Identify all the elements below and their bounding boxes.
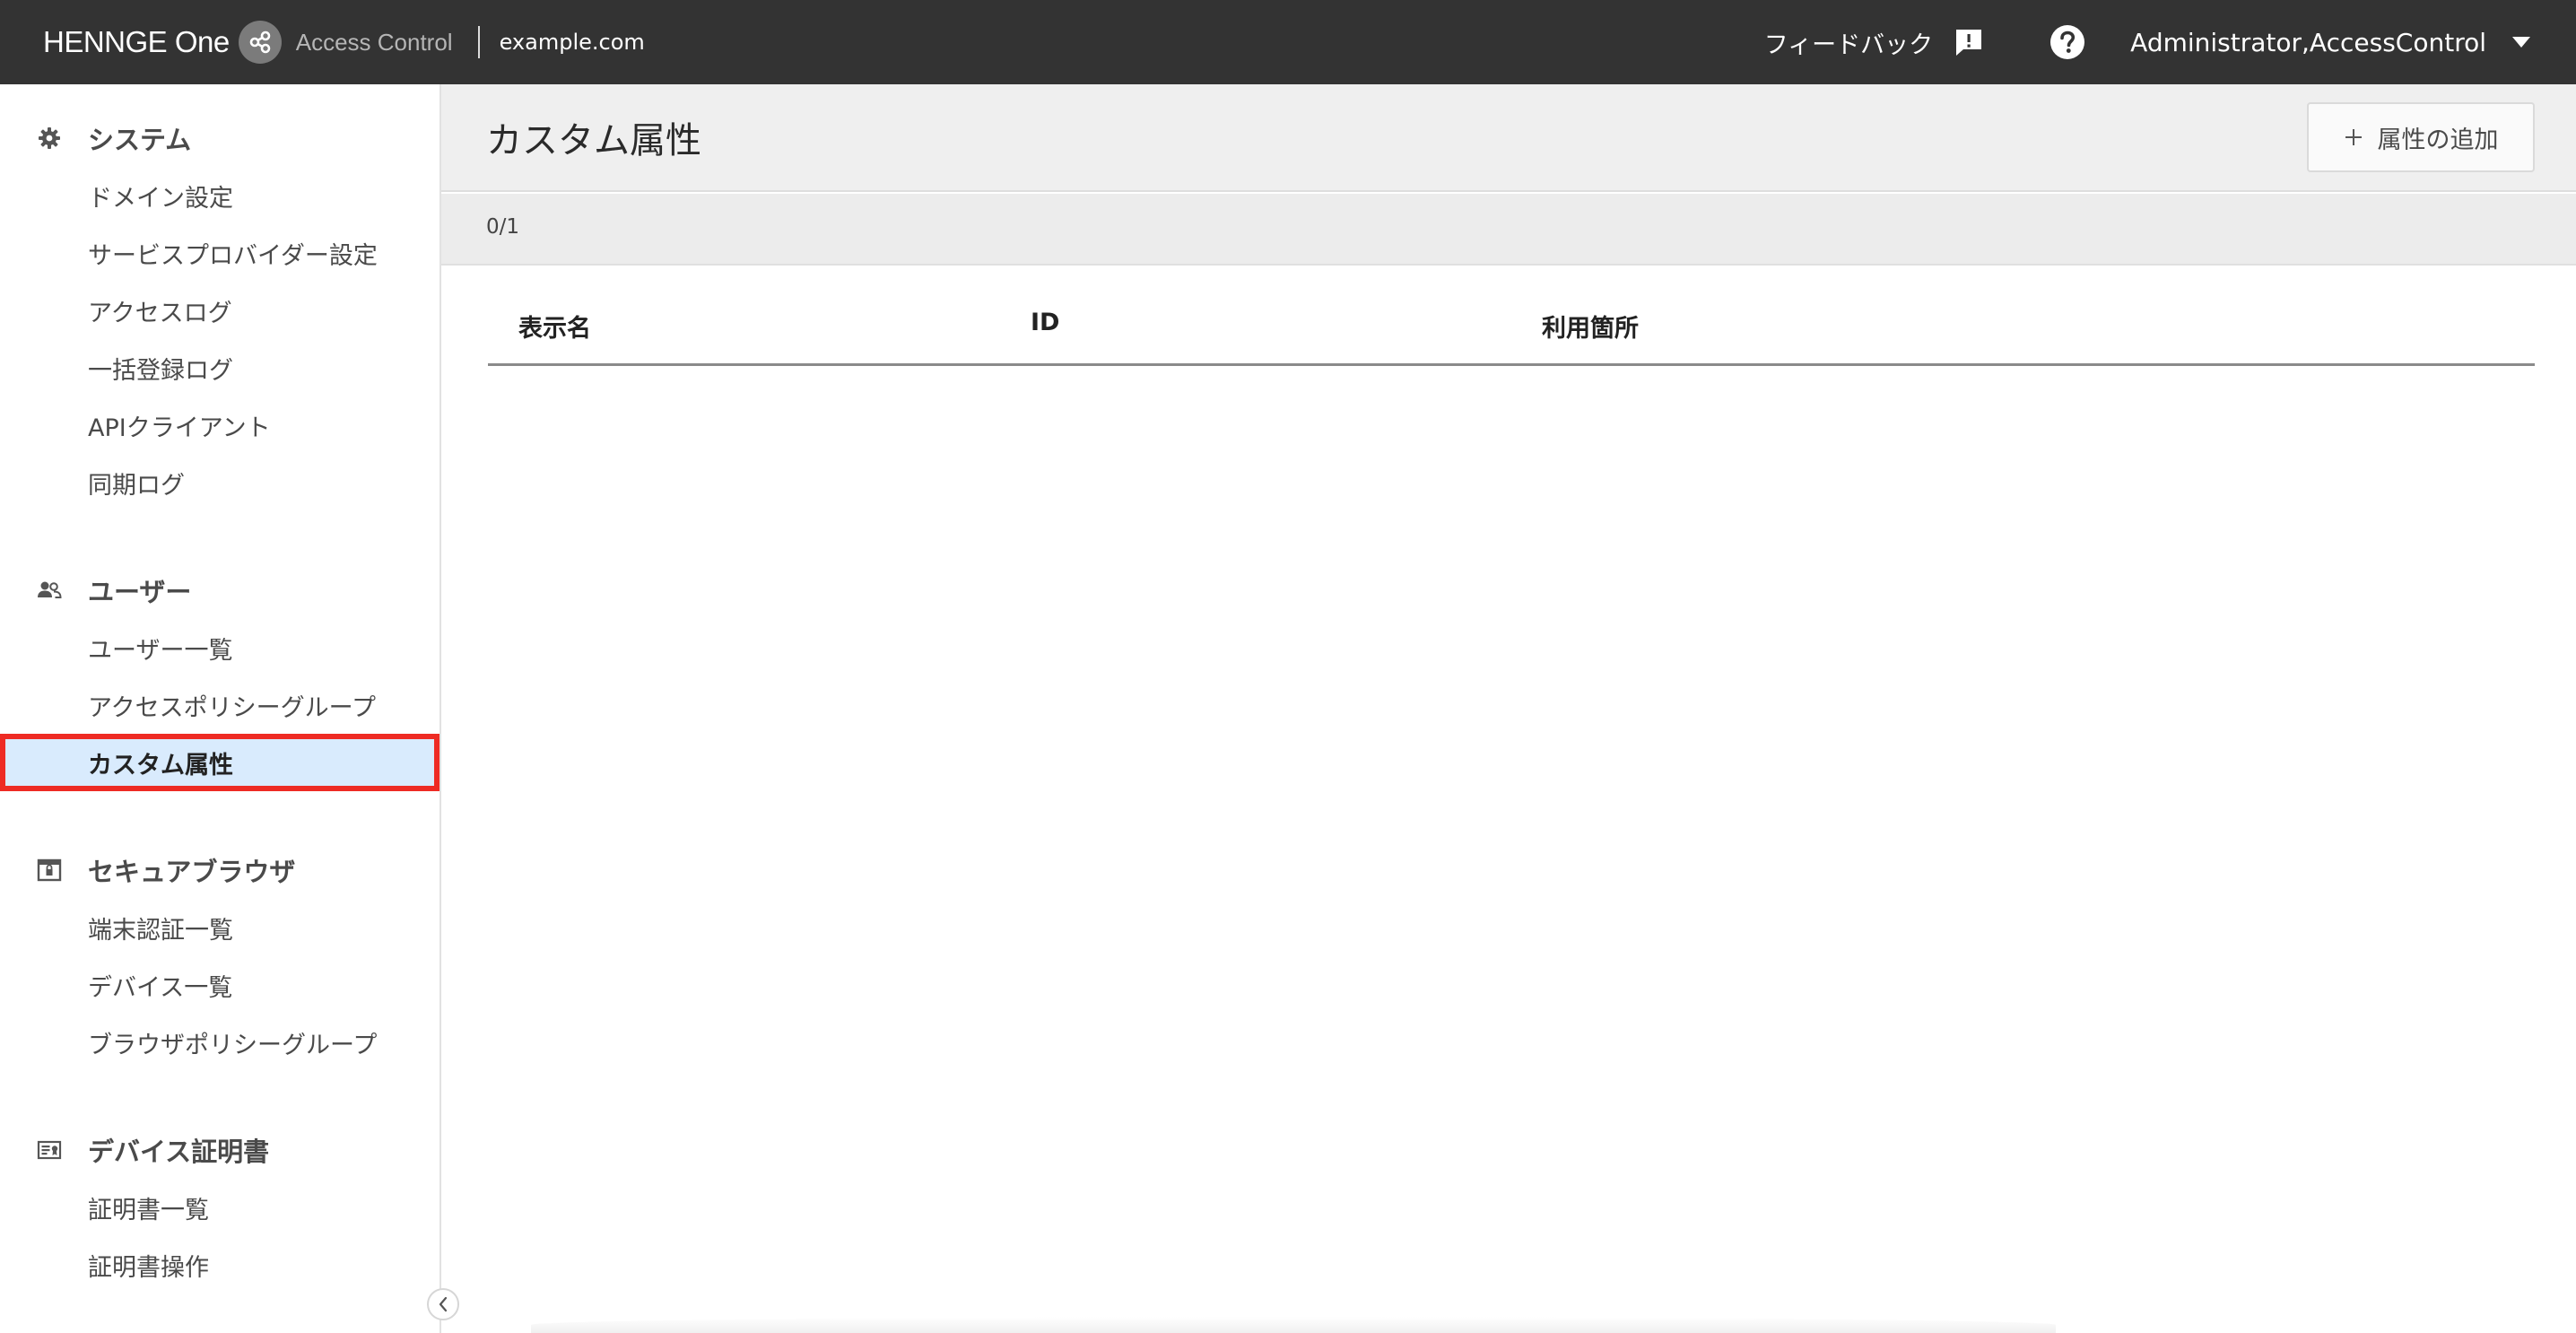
sidebar-section-secure-browser: セキュアブラウザ 端末認証一覧 デバイス一覧 ブラウザポリシーグループ <box>0 841 439 1071</box>
sidebar-item-certificate-operations[interactable]: 証明書操作 <box>0 1236 439 1294</box>
sidebar-item-label: アクセスログ <box>88 299 232 327</box>
feedback-button[interactable]: フィードバック <box>1764 25 1985 60</box>
sidebar-item-api-client[interactable]: APIクライアント <box>0 396 439 454</box>
sidebar-item-access-policy-group[interactable]: アクセスポリシーグループ <box>0 676 439 734</box>
help-icon[interactable] <box>2049 24 2085 60</box>
section-header: ユーザー <box>0 562 439 619</box>
sidebar-item-sync-log[interactable]: 同期ログ <box>0 454 439 511</box>
sidebar-item-service-provider-settings[interactable]: サービスプロバイダー設定 <box>0 224 439 282</box>
sidebar-item-browser-policy-group[interactable]: ブラウザポリシーグループ <box>0 1014 439 1071</box>
sidebar: システム ドメイン設定 サービスプロバイダー設定 アクセスログ 一括登録ログ A… <box>0 84 441 1333</box>
users-icon <box>36 577 63 604</box>
certificate-icon <box>36 1137 63 1163</box>
table-header: 表示名 ID 利用箇所 <box>488 282 2535 366</box>
sidebar-item-domain-settings[interactable]: ドメイン設定 <box>0 167 439 224</box>
top-bar: HENNGE One Access Control example.com フィ… <box>0 0 2576 84</box>
sidebar-item-label: アクセスポリシーグループ <box>88 693 377 722</box>
sidebar-item-label: サービスプロバイダー設定 <box>88 241 378 270</box>
sidebar-item-label: ブラウザポリシーグループ <box>88 1031 378 1059</box>
feedback-icon <box>1953 26 1985 58</box>
column-header-id[interactable]: ID <box>1031 309 1059 336</box>
result-count: 0/1 <box>486 215 520 239</box>
brand-logo-icon <box>238 21 282 64</box>
main-content: カスタム属性 属性の追加 0/1 表示名 ID 利用箇所 <box>441 84 2576 1333</box>
add-attribute-button[interactable]: 属性の追加 <box>2307 102 2535 172</box>
section-title: システム <box>88 125 192 155</box>
page-title: カスタム属性 <box>486 120 701 161</box>
sidebar-section-users: ユーザー ユーザー一覧 アクセスポリシーグループ カスタム属性 <box>0 562 439 791</box>
section-header: デバイス証明書 <box>0 1121 439 1179</box>
sidebar-item-label: APIクライアント <box>88 414 271 442</box>
brand-name: HENNGE One <box>43 25 230 58</box>
plus-icon <box>2344 127 2363 147</box>
tenant-domain: example.com <box>499 30 645 55</box>
sidebar-item-label: 同期ログ <box>88 471 185 500</box>
sidebar-item-label: デバイス一覧 <box>88 973 233 1002</box>
sidebar-item-device-list[interactable]: デバイス一覧 <box>0 956 439 1014</box>
custom-attributes-table: 表示名 ID 利用箇所 <box>488 282 2535 366</box>
sidebar-item-label: 端末認証一覧 <box>88 916 233 945</box>
header-actions: フィードバック Administrator,AccessControl <box>1764 0 2531 84</box>
product-name: Access Control <box>295 28 453 56</box>
section-title: セキュアブラウザ <box>88 857 296 887</box>
sidebar-item-device-authentication-list[interactable]: 端末認証一覧 <box>0 899 439 956</box>
sidebar-item-bulk-registration-log[interactable]: 一括登録ログ <box>0 339 439 396</box>
column-header-display-name[interactable]: 表示名 <box>518 309 591 344</box>
section-title: ユーザー <box>88 577 192 607</box>
sidebar-item-user-list[interactable]: ユーザー一覧 <box>0 619 439 676</box>
result-count-bar: 0/1 <box>441 194 2576 266</box>
header-divider <box>477 26 480 58</box>
sidebar-item-certificate-list[interactable]: 証明書一覧 <box>0 1179 439 1236</box>
sidebar-item-custom-attributes[interactable]: カスタム属性 <box>0 734 439 791</box>
sidebar-section-device-certificate: デバイス証明書 証明書一覧 証明書操作 <box>0 1121 439 1294</box>
chevron-left-icon <box>437 1296 449 1312</box>
scroll-shadow <box>531 1317 2056 1333</box>
section-title: デバイス証明書 <box>88 1137 270 1167</box>
account-menu[interactable]: Administrator,AccessControl <box>2130 28 2531 57</box>
sidebar-item-label: 証明書操作 <box>88 1253 209 1282</box>
feedback-label: フィードバック <box>1763 30 1934 59</box>
caret-down-icon <box>2511 36 2531 48</box>
sidebar-collapse-button[interactable] <box>427 1288 459 1320</box>
page-header: カスタム属性 属性の追加 <box>441 84 2576 192</box>
section-header: セキュアブラウザ <box>0 841 439 899</box>
section-header: システム <box>0 109 439 167</box>
sidebar-item-label: 証明書一覧 <box>88 1196 209 1224</box>
sidebar-item-label: ドメイン設定 <box>88 184 233 213</box>
account-name: Administrator,AccessControl <box>2130 27 2486 57</box>
browser-icon <box>36 857 63 884</box>
add-attribute-label: 属性の追加 <box>2377 126 2499 154</box>
column-header-usage[interactable]: 利用箇所 <box>1542 309 1639 344</box>
sidebar-item-label: カスタム属性 <box>88 751 233 780</box>
gear-icon <box>36 125 63 152</box>
sidebar-item-label: ユーザー一覧 <box>88 636 233 665</box>
sidebar-item-label: 一括登録ログ <box>88 356 233 385</box>
sidebar-item-access-log[interactable]: アクセスログ <box>0 282 439 339</box>
sidebar-section-system: システム ドメイン設定 サービスプロバイダー設定 アクセスログ 一括登録ログ A… <box>0 109 439 511</box>
brand[interactable]: HENNGE One Access Control <box>43 0 453 84</box>
